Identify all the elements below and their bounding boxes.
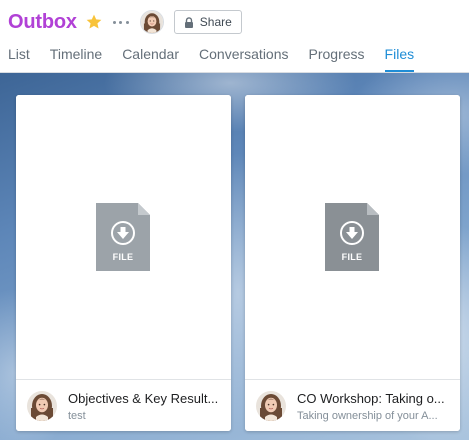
avatar (256, 391, 286, 421)
tab-timeline[interactable]: Timeline (50, 46, 102, 72)
tab-progress[interactable]: Progress (309, 46, 365, 72)
lock-icon (184, 16, 193, 28)
more-icon[interactable] (112, 13, 129, 31)
file-type-label: FILE (341, 252, 363, 262)
file-footer: Objectives & Key Result... test (16, 379, 231, 431)
file-footer: CO Workshop: Taking o... Taking ownershi… (245, 379, 460, 431)
share-label: Share (199, 15, 232, 29)
files-area: FILE Objectives & Key Result... test FIL… (0, 73, 469, 440)
avatar (27, 391, 57, 421)
project-tabs: List Timeline Calendar Conversations Pro… (8, 46, 434, 72)
project-title[interactable]: Outbox (8, 11, 77, 34)
tab-conversations[interactable]: Conversations (199, 46, 289, 72)
avatar[interactable] (139, 10, 164, 34)
file-type-label: FILE (112, 252, 134, 262)
tab-list[interactable]: List (8, 46, 30, 72)
project-header: Outbox Share List Timeline Calendar Conv… (0, 0, 469, 73)
file-preview[interactable]: FILE (245, 95, 460, 379)
file-card[interactable]: FILE Objectives & Key Result... test (16, 95, 231, 431)
tab-files[interactable]: Files (384, 46, 414, 72)
file-subtitle: test (68, 410, 86, 422)
file-title[interactable]: Objectives & Key Result... (68, 391, 226, 407)
tab-calendar[interactable]: Calendar (122, 46, 179, 72)
file-subtitle: Taking ownership of your A... (297, 410, 438, 422)
file-preview[interactable]: FILE (16, 95, 231, 379)
share-button[interactable]: Share (173, 10, 242, 34)
star-icon[interactable] (85, 13, 103, 31)
file-card[interactable]: FILE CO Workshop: Taking o... Taking own… (245, 95, 460, 431)
title-row: Outbox Share (8, 8, 242, 36)
file-title[interactable]: CO Workshop: Taking o... (297, 391, 455, 407)
